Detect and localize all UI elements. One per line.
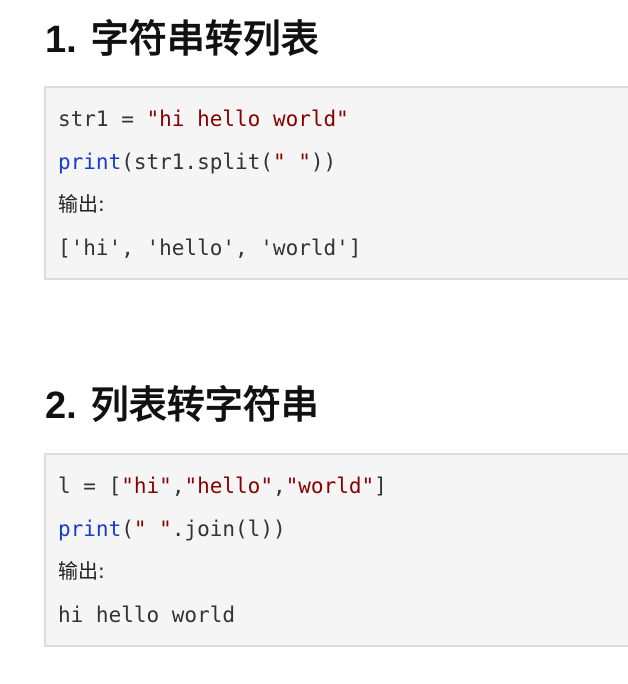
code-line-assign: str1 = "hi hello world": [58, 105, 349, 133]
output-label: 输出:: [58, 559, 105, 583]
code-operator: = [: [70, 474, 122, 498]
code-operator: =: [108, 107, 147, 131]
code-keyword: print: [58, 150, 122, 174]
code-line-print: print(str1.split(" ")): [58, 148, 336, 176]
code-call-open: (str1.split(: [121, 150, 273, 174]
heading-title: 列表转字符串: [90, 383, 319, 427]
code-string: "hi hello world": [146, 107, 349, 131]
code-separator: ,: [272, 474, 286, 498]
code-string: " ": [133, 517, 172, 541]
code-string: "world": [285, 474, 375, 498]
heading-number: 2.: [45, 385, 77, 427]
code-call-close: .join(l)): [171, 517, 286, 541]
code-block[interactable]: str1 = "hi hello world" print(str1.split…: [44, 86, 628, 280]
code-string: "hi": [121, 474, 172, 498]
output-label: 输出:: [58, 192, 105, 216]
code-line-print: print(" ".join(l)): [58, 515, 286, 543]
code-call-open: (: [121, 517, 134, 541]
code-keyword: print: [58, 517, 122, 541]
output-value: hi hello world: [58, 603, 236, 627]
code-bracket-close: ]: [374, 474, 387, 498]
code-var: str1: [58, 107, 109, 131]
code-line-assign: l = ["hi","hello","world"]: [58, 472, 387, 500]
output-value: ['hi', 'hello', 'world']: [58, 236, 362, 260]
heading-title: 字符串转列表: [90, 17, 319, 61]
section-heading: 1. 字符串转列表: [45, 14, 319, 65]
code-string: "hello": [184, 474, 273, 498]
heading-number: 1.: [45, 19, 77, 61]
section-heading: 2. 列表转字符串: [45, 380, 319, 431]
code-call-close: )): [310, 150, 337, 174]
code-separator: ,: [171, 474, 185, 498]
code-block[interactable]: l = ["hi","hello","world"] print(" ".joi…: [44, 453, 628, 647]
code-string: " ": [272, 150, 311, 174]
code-var: l: [58, 474, 71, 498]
